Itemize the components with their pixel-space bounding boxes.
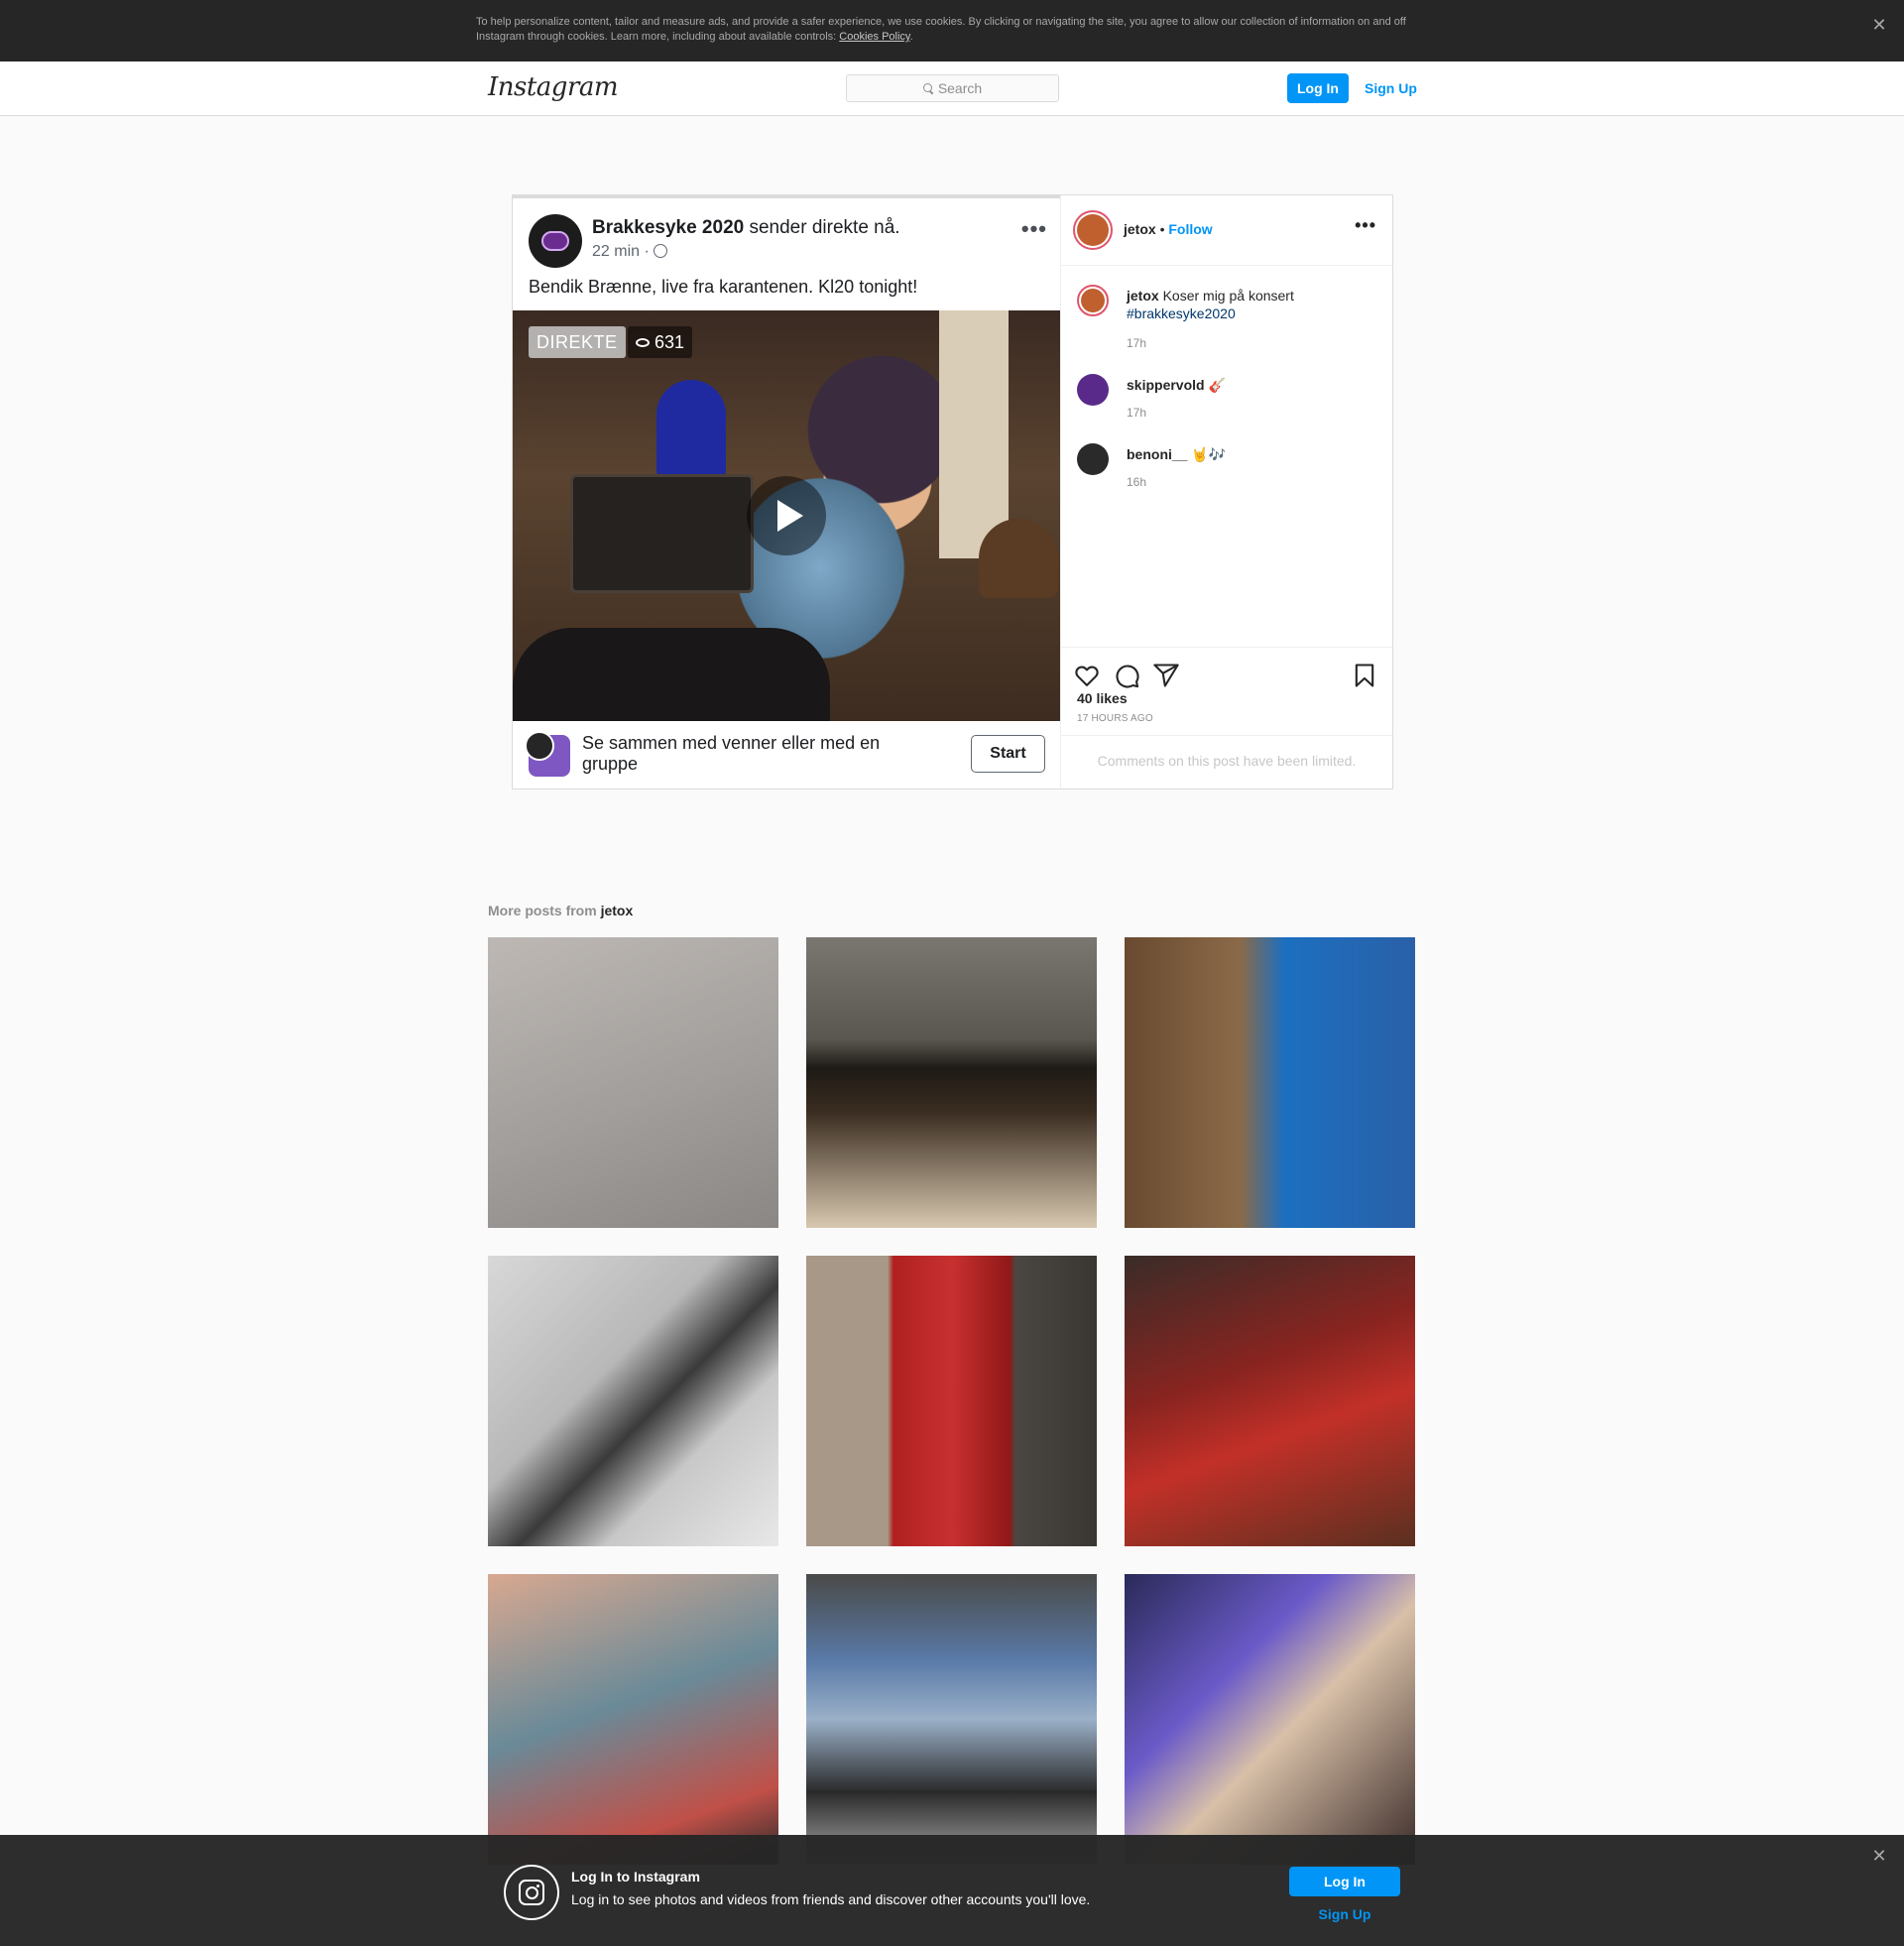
grid-post-3[interactable] (488, 1256, 778, 1546)
like-count[interactable]: 40 likes (1077, 690, 1128, 706)
embedded-title-rest: sender direkte nå. (744, 217, 900, 238)
cookie-banner: To help personalize content, tailor and … (0, 0, 1904, 61)
comment-item: skippervold 🎸 17h (1077, 374, 1374, 433)
bookmark-icon[interactable] (1351, 662, 1378, 689)
login-banner-title: Log In to Instagram (571, 1869, 700, 1885)
page-logo-icon (541, 231, 569, 251)
video-frame[interactable]: DIREKTE 631 (513, 310, 1060, 721)
search-icon (922, 83, 933, 93)
eye-icon (636, 338, 650, 347)
page-name: Brakkesyke 2020 (592, 217, 745, 238)
comments-limited-notice: Comments on this post have been limited. (1061, 735, 1392, 789)
heart-icon[interactable] (1073, 662, 1101, 689)
video-bg-plant (979, 519, 1058, 598)
cookie-text: To help personalize content, tailor and … (476, 15, 1428, 45)
video-bg-door (939, 310, 1009, 558)
comment-text: 🤘🎶 (1187, 446, 1227, 462)
comment-username[interactable]: benoni__ (1127, 446, 1187, 462)
avatar[interactable] (1077, 443, 1109, 475)
avatar[interactable] (1077, 374, 1109, 406)
view-count: 631 (654, 332, 685, 352)
close-icon[interactable]: ✕ (1868, 14, 1890, 36)
more-posts-prefix: More posts from (488, 903, 601, 918)
embedded-footer: Se sammen med venner eller med en gruppe… (513, 721, 1060, 789)
view-count-badge: 631 (628, 326, 693, 358)
comment-username[interactable]: skippervold (1127, 377, 1205, 393)
post-timestamp: 17 HOURS AGO (1077, 713, 1153, 724)
instagram-glyph-icon (504, 1865, 559, 1920)
post-header: jetox • Follow ••• (1061, 195, 1392, 266)
watch-party-icon (525, 731, 570, 777)
video-bg-amp (570, 474, 754, 593)
more-posts-username[interactable]: jetox (601, 903, 634, 918)
grid-post-2[interactable] (1125, 937, 1415, 1228)
comment-item: benoni__ 🤘🎶 16h (1077, 443, 1374, 503)
embedded-title: Brakkesyke 2020 sender direkte nå. (592, 217, 900, 239)
author-username[interactable]: jetox (1124, 221, 1156, 237)
comment-item: jetox Koser mig på konsert #brakkesyke20… (1077, 285, 1374, 374)
globe-icon (653, 244, 667, 258)
search-placeholder: Search (937, 80, 983, 96)
hashtag-link[interactable]: #brakkesyke2020 (1127, 305, 1236, 321)
comment-time: 16h (1127, 475, 1147, 489)
grid-post-6[interactable] (488, 1574, 778, 1865)
cookie-suffix: . (909, 31, 913, 43)
instagram-logo[interactable]: Instagram (488, 72, 619, 102)
share-icon[interactable] (1152, 662, 1180, 689)
comment-icon[interactable] (1113, 662, 1140, 689)
comment-time: 17h (1127, 406, 1147, 420)
more-options-icon: ••• (1020, 216, 1047, 241)
grid-post-4[interactable] (806, 1256, 1097, 1546)
more-options-icon[interactable]: ••• (1355, 215, 1376, 236)
post-side-panel: jetox • Follow ••• jetox Koser mig på ko… (1061, 195, 1392, 789)
comment-username[interactable]: jetox (1127, 288, 1159, 304)
embedded-meta: 22 min · (592, 243, 667, 261)
search-input[interactable]: Search (846, 74, 1059, 102)
watch-together-text: Se sammen med venner eller med en gruppe (582, 733, 881, 774)
post-actions: 40 likes 17 HOURS AGO Comments on this p… (1061, 647, 1392, 789)
separator: • (1155, 221, 1169, 237)
camera-glyph (519, 1880, 544, 1905)
more-posts-heading: More posts from jetox (488, 903, 633, 918)
post-media: Brakkesyke 2020 sender direkte nå. 22 mi… (513, 195, 1061, 789)
grid-post-1[interactable] (806, 937, 1097, 1228)
avatar-image (1081, 289, 1105, 312)
page-avatar (529, 214, 582, 268)
video-bg-guitar (513, 628, 830, 721)
comment-body: benoni__ 🤘🎶 (1127, 445, 1374, 463)
cookie-message: To help personalize content, tailor and … (476, 16, 1406, 43)
signup-link[interactable]: Sign Up (1365, 73, 1417, 103)
avatar[interactable] (1073, 210, 1113, 250)
play-icon[interactable] (747, 476, 826, 555)
banner-signup-link[interactable]: Sign Up (1289, 1906, 1400, 1922)
avatar-image (1077, 214, 1109, 246)
post-author: jetox • Follow (1124, 221, 1213, 237)
live-badge: DIREKTE (529, 326, 626, 358)
login-banner-text: Log in to see photos and videos from fri… (571, 1891, 1091, 1907)
video-bg-lamp (656, 380, 726, 479)
embedded-time: 22 min · (592, 243, 650, 260)
close-icon[interactable]: ✕ (1868, 1845, 1890, 1867)
comment-body: jetox Koser mig på konsert #brakkesyke20… (1127, 287, 1374, 322)
embedded-caption: Bendik Brænne, live fra karantenen. Kl20… (529, 277, 918, 297)
follow-button[interactable]: Follow (1168, 221, 1212, 237)
comment-text: 🎸 (1204, 377, 1226, 393)
post-card: Brakkesyke 2020 sender direkte nå. 22 mi… (512, 194, 1393, 790)
avatar[interactable] (1077, 285, 1109, 316)
comment-time: 17h (1127, 336, 1147, 350)
embedded-header: Brakkesyke 2020 sender direkte nå. 22 mi… (513, 195, 1060, 312)
start-button: Start (971, 735, 1045, 773)
login-banner: Log In to Instagram Log in to see photos… (0, 1835, 1904, 1946)
login-button[interactable]: Log In (1287, 73, 1349, 103)
grid-post-0[interactable] (488, 937, 778, 1228)
banner-login-button[interactable]: Log In (1289, 1867, 1400, 1896)
top-nav: Instagram Search Log In Sign Up (0, 61, 1904, 116)
comment-body: skippervold 🎸 (1127, 376, 1374, 394)
cookies-policy-link[interactable]: Cookies Policy (839, 31, 909, 43)
comment-text: Koser mig på konsert (1158, 288, 1294, 304)
grid-post-5[interactable] (1125, 1256, 1415, 1546)
grid-post-8[interactable] (1125, 1574, 1415, 1865)
grid-post-7[interactable] (806, 1574, 1097, 1865)
